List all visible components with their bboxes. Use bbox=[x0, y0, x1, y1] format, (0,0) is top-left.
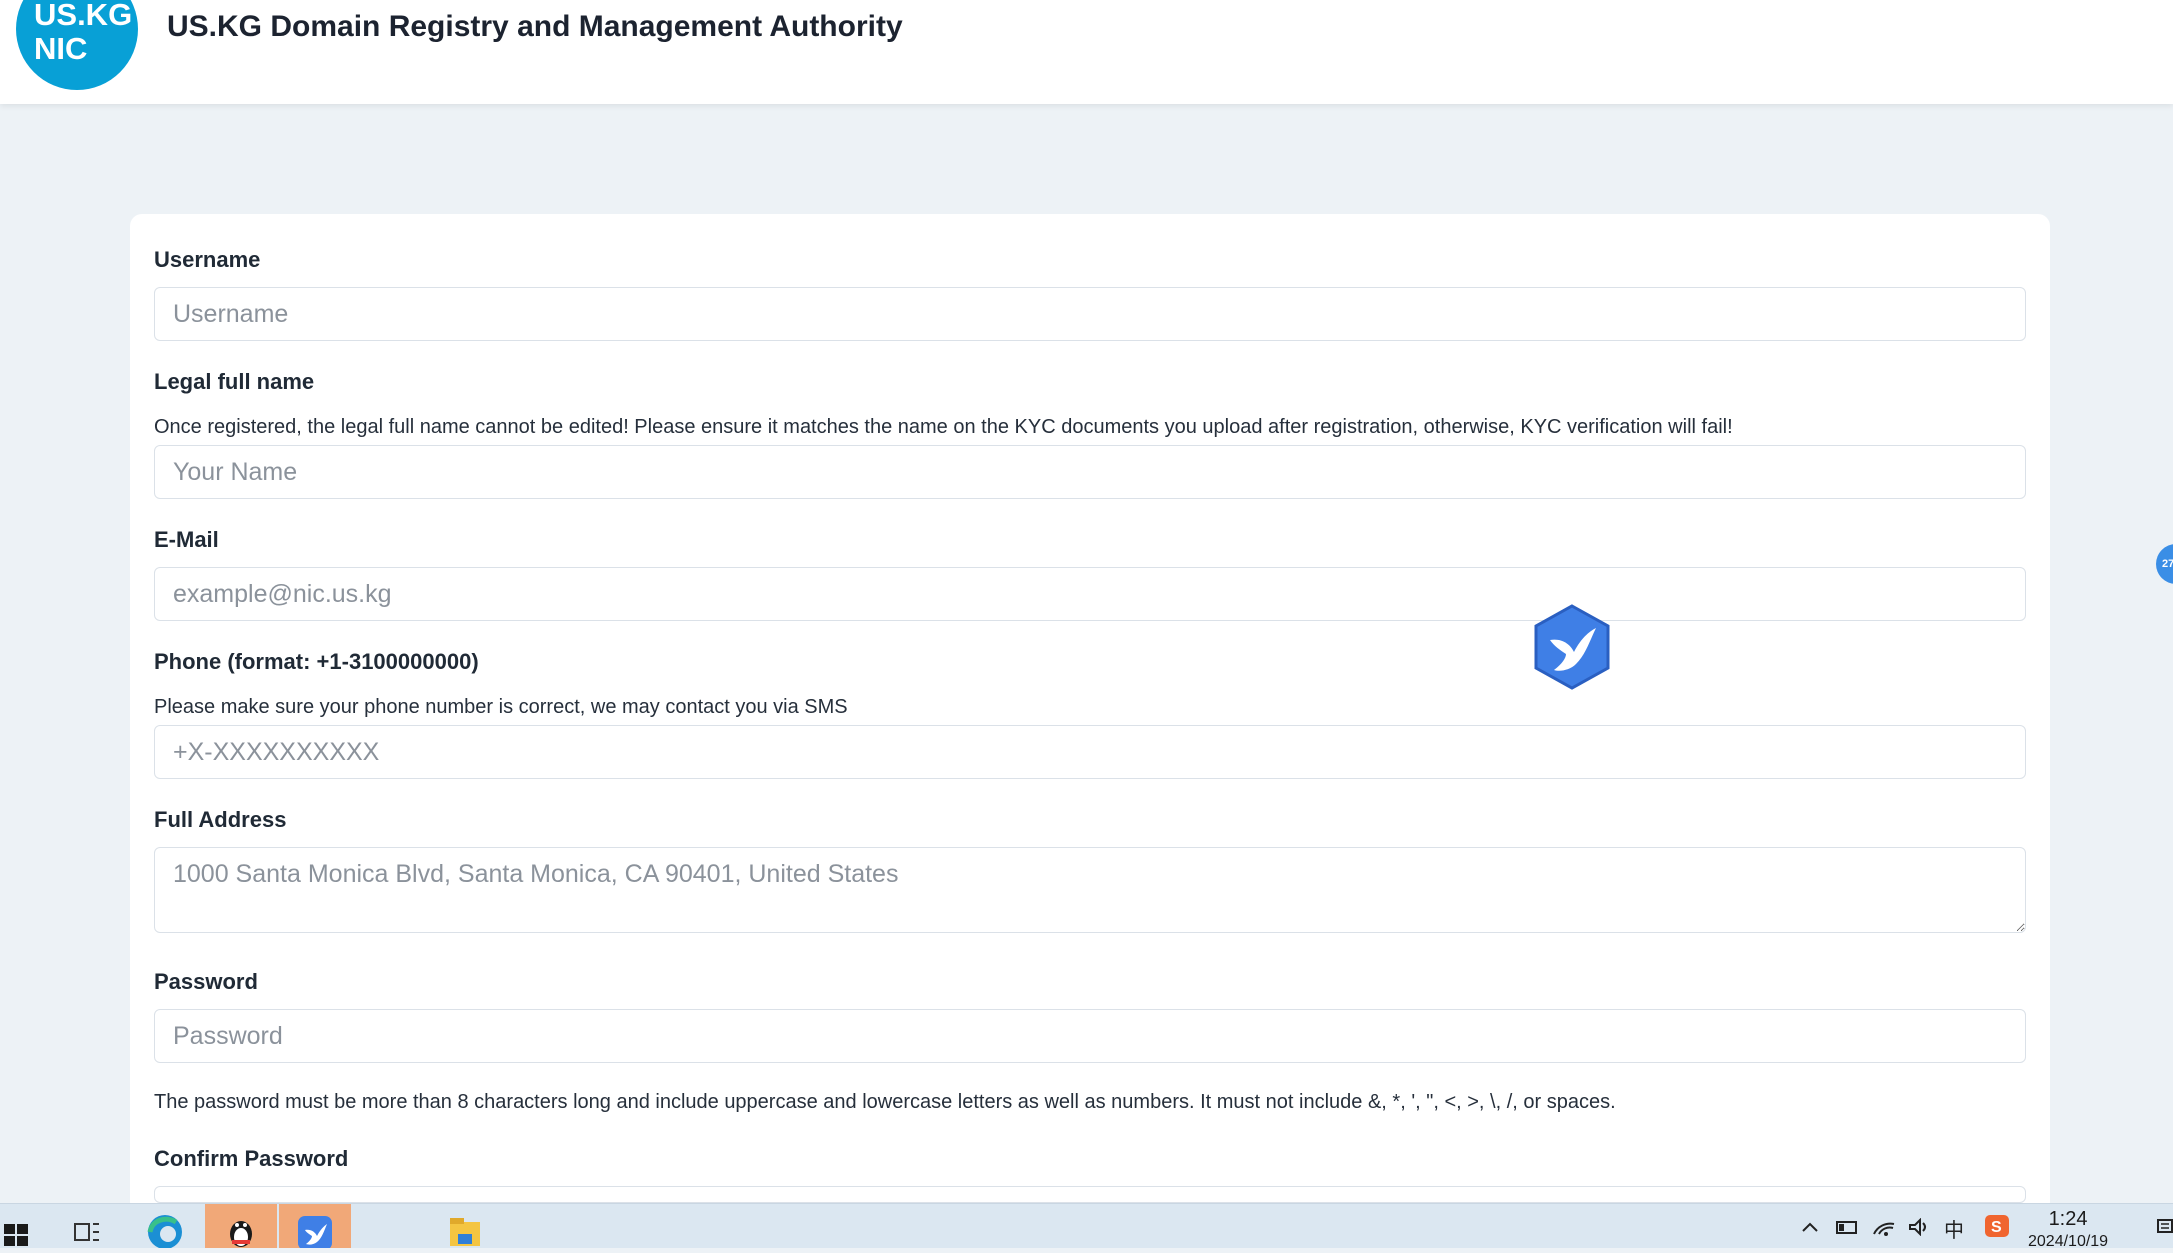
windows-taskbar: 中 S 1:24 2024/10/19 bbox=[0, 1203, 2173, 1251]
logo-line-2: NIC bbox=[34, 31, 88, 66]
site-logo[interactable]: US.KG NIC bbox=[16, 0, 138, 90]
side-notification-badge[interactable]: 27 bbox=[2156, 544, 2173, 584]
legal-name-label: Legal full name bbox=[154, 369, 315, 394]
edge-browser-icon[interactable] bbox=[146, 1210, 182, 1249]
bird-app-icon[interactable] bbox=[296, 1210, 332, 1250]
qq-penguin-icon[interactable] bbox=[222, 1210, 258, 1247]
floating-assistant-icon[interactable] bbox=[1532, 604, 1612, 690]
taskbar-clock[interactable]: 1:24 2024/10/19 bbox=[2028, 1208, 2108, 1251]
windows-start-icon[interactable] bbox=[4, 1210, 40, 1246]
volume-icon[interactable] bbox=[1908, 1217, 1930, 1237]
sogou-input-icon[interactable]: S bbox=[1984, 1214, 2009, 1237]
confirm-password-label: Confirm Password bbox=[154, 1146, 349, 1171]
clock-time: 1:24 bbox=[2048, 1208, 2088, 1230]
task-view-icon[interactable] bbox=[72, 1210, 108, 1246]
confirm-password-input[interactable] bbox=[154, 1186, 2026, 1203]
username-input[interactable] bbox=[154, 287, 2026, 341]
site-title: US.KG Domain Registry and Management Aut… bbox=[167, 10, 903, 43]
legal-name-input[interactable] bbox=[154, 445, 2026, 499]
ime-indicator[interactable]: 中 bbox=[1944, 1214, 1966, 1242]
wifi-icon[interactable] bbox=[1872, 1218, 1895, 1236]
phone-label: Phone (format: +1-3100000000) bbox=[154, 649, 479, 674]
phone-help: Please make sure your phone number is co… bbox=[154, 696, 848, 718]
battery-icon[interactable] bbox=[1836, 1218, 1858, 1236]
address-textarea[interactable] bbox=[154, 847, 2026, 933]
site-header: US.KG NIC US.KG Domain Registry and Mana… bbox=[0, 0, 2173, 104]
notification-center-icon[interactable] bbox=[2156, 1218, 2173, 1236]
clock-date: 2024/10/19 bbox=[2028, 1233, 2109, 1250]
phone-input[interactable] bbox=[154, 725, 2026, 779]
logo-line-1: US.KG bbox=[34, 0, 133, 32]
password-help: The password must be more than 8 charact… bbox=[154, 1091, 1616, 1113]
email-input[interactable] bbox=[154, 567, 2026, 621]
address-label: Full Address bbox=[154, 807, 287, 832]
username-label: Username bbox=[154, 247, 261, 272]
tray-chevron-up-icon[interactable] bbox=[1800, 1218, 1822, 1236]
svg-text:S: S bbox=[1991, 1219, 2002, 1236]
file-explorer-icon[interactable] bbox=[446, 1210, 482, 1246]
email-label: E-Mail bbox=[154, 527, 219, 552]
legal-name-help: Once registered, the legal full name can… bbox=[154, 416, 1733, 438]
password-label: Password bbox=[154, 969, 258, 994]
password-input[interactable] bbox=[154, 1009, 2026, 1063]
